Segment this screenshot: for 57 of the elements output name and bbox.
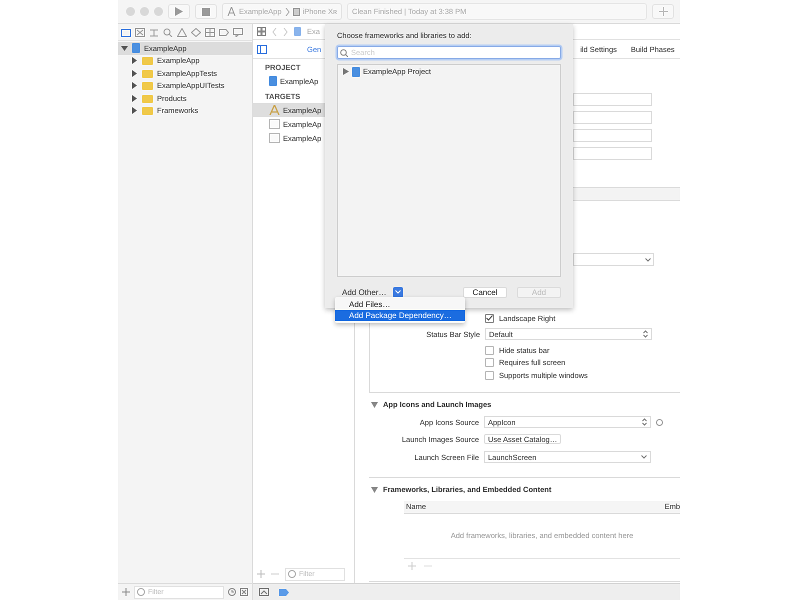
- disclosure-triangle-icon[interactable]: [343, 68, 349, 75]
- stepper-chevron-icon: [642, 418, 647, 426]
- stop-button[interactable]: [195, 4, 217, 19]
- disclosure-triangle-icon[interactable]: [371, 486, 378, 492]
- checkbox[interactable]: [485, 358, 494, 367]
- search-icon[interactable]: [163, 28, 173, 36]
- text-field[interactable]: [573, 129, 652, 142]
- back-icon[interactable]: [272, 28, 277, 36]
- warning-icon[interactable]: [177, 28, 187, 36]
- chevron-down-icon: [641, 455, 647, 459]
- text-field[interactable]: [573, 147, 652, 160]
- diamond-icon[interactable]: [191, 28, 201, 36]
- forward-icon[interactable]: [283, 28, 288, 36]
- popup-button[interactable]: [573, 253, 654, 266]
- run-button[interactable]: [168, 4, 190, 19]
- project-icon: [294, 27, 301, 36]
- checkbox[interactable]: [485, 314, 494, 322]
- search-icon: [340, 48, 348, 56]
- stop-icon: [202, 8, 210, 16]
- project-icon: [352, 66, 360, 76]
- chevron-down-icon: [645, 258, 651, 262]
- device-icon: [292, 8, 300, 16]
- add-other-menu-button[interactable]: [393, 286, 404, 298]
- zoom-button[interactable]: [154, 7, 163, 16]
- stepper-chevron-icon: [643, 330, 648, 338]
- grid-icon[interactable]: [257, 27, 266, 36]
- disclosure-triangle-icon[interactable]: [371, 402, 378, 408]
- menu-item[interactable]: Add Files…: [335, 299, 465, 310]
- add-icon[interactable]: [408, 562, 416, 570]
- text-field[interactable]: [573, 93, 652, 106]
- app-icon: [269, 105, 280, 115]
- checkbox[interactable]: [485, 370, 494, 380]
- grid-icon[interactable]: [205, 28, 215, 36]
- filter-toggle-icon[interactable]: [240, 588, 248, 596]
- add-icon[interactable]: [257, 570, 265, 578]
- plus-icon: [658, 7, 668, 16]
- tag-icon[interactable]: [279, 588, 289, 596]
- comment-icon[interactable]: [233, 28, 243, 36]
- text-field[interactable]: [573, 111, 652, 124]
- library-button[interactable]: [652, 4, 674, 19]
- play-icon: [175, 7, 183, 16]
- sidebar-toggle-icon[interactable]: [257, 44, 267, 54]
- minimize-button[interactable]: [140, 7, 149, 16]
- panel-icon[interactable]: [259, 588, 269, 596]
- add-other-label[interactable]: Add Other…: [342, 288, 386, 296]
- project-icon: [132, 43, 140, 54]
- add-icon[interactable]: [122, 588, 130, 596]
- chevron-icon: [284, 8, 290, 16]
- checkbox[interactable]: [485, 346, 494, 354]
- menu-item[interactable]: Add Package Dependency…: [335, 310, 465, 321]
- dialog-button[interactable]: Cancel: [463, 286, 507, 298]
- tag-icon[interactable]: [219, 28, 229, 36]
- clock-icon[interactable]: [228, 588, 236, 596]
- app-icon: [227, 7, 236, 16]
- chevron-down-icon: [395, 290, 402, 294]
- project-icon: [269, 76, 277, 86]
- close-button[interactable]: [126, 7, 135, 16]
